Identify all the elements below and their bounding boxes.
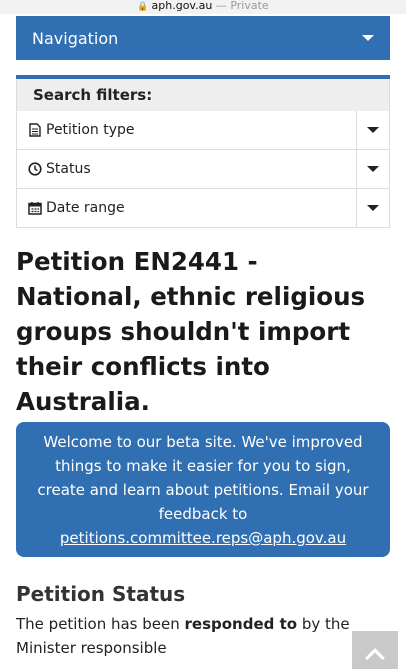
caret-down-icon (367, 127, 379, 133)
document-icon (28, 123, 42, 137)
url-separator: — (212, 0, 231, 12)
back-to-top-button[interactable] (352, 631, 398, 669)
search-filters: Search filters: Petition type Status Dat… (16, 75, 390, 228)
beta-notice: Welcome to our beta site. We've improved… (16, 422, 390, 557)
browser-url-bar[interactable]: 🔒 aph.gov.au — Private (0, 0, 406, 14)
feedback-email-link[interactable]: petitions.committee.reps@aph.gov.au (30, 526, 376, 550)
caret-down-icon (367, 205, 379, 211)
filter-petition-type-label: Petition type (46, 122, 135, 138)
beta-notice-text: Welcome to our beta site. We've improved… (37, 433, 369, 523)
filter-date-range-toggle[interactable] (356, 189, 389, 227)
petition-status-text: The petition has been responded to by th… (16, 615, 350, 657)
petition-status-heading: Petition Status (16, 582, 186, 606)
filter-date-range[interactable]: Date range (16, 189, 390, 228)
filter-petition-type[interactable]: Petition type (16, 111, 390, 150)
search-filters-heading: Search filters: (16, 79, 390, 111)
filter-date-range-label: Date range (46, 200, 125, 216)
filter-petition-type-toggle[interactable] (356, 111, 389, 149)
private-label: Private (230, 0, 269, 12)
caret-down-icon (367, 166, 379, 172)
filter-status-label: Status (46, 161, 91, 177)
calendar-icon (28, 201, 42, 215)
status-highlight: responded to (184, 615, 298, 633)
navigation-label: Navigation (32, 28, 119, 48)
filter-status-toggle[interactable] (356, 150, 389, 188)
lock-icon: 🔒 (137, 2, 149, 12)
chevron-up-icon (365, 648, 385, 668)
url-text: aph.gov.au (151, 0, 213, 12)
caret-down-icon (362, 35, 374, 41)
page-title: Petition EN2441 - National, ethnic relig… (16, 247, 366, 416)
navigation-dropdown[interactable]: Navigation (16, 16, 390, 60)
clock-icon (28, 162, 42, 176)
filter-status[interactable]: Status (16, 150, 390, 189)
